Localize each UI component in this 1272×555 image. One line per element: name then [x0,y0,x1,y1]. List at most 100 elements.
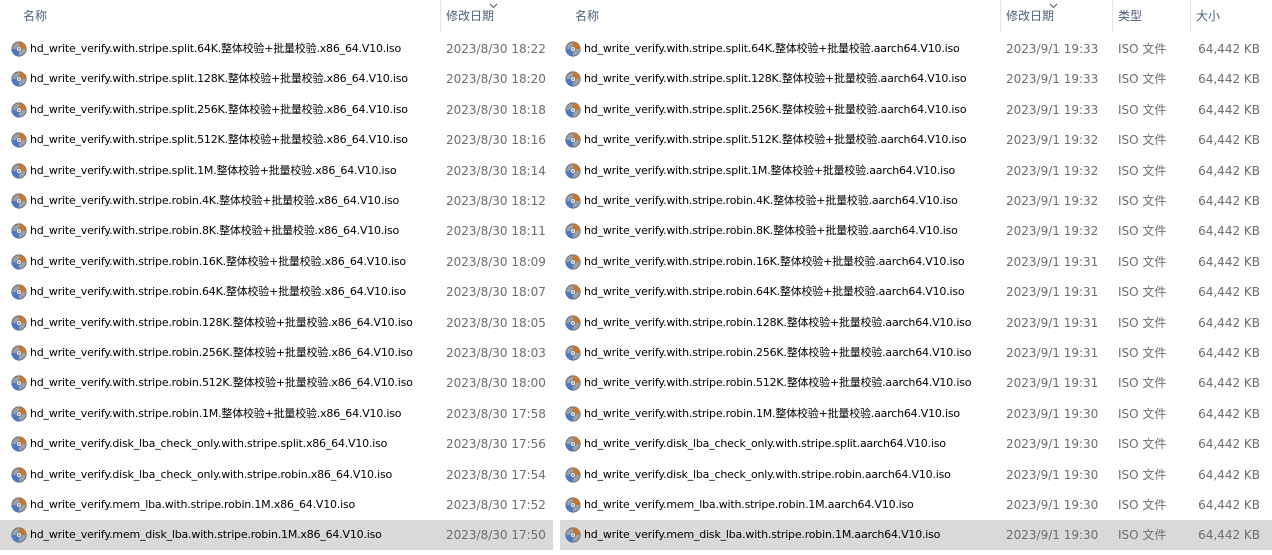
file-name: hd_write_verify.with.stripe.robin.8K.整体校… [584,224,958,238]
file-name: hd_write_verify.with.stripe.robin.512K.整… [30,376,413,390]
disc-image-icon [11,193,27,209]
file-row[interactable]: hd_write_verify.mem_lba.with.stripe.robi… [560,490,1272,520]
file-row[interactable]: hd_write_verify.with.stripe.robin.256K.整… [0,338,553,368]
column-header-modified-label: 修改日期 [446,9,495,23]
disc-image-icon [565,132,581,148]
file-name: hd_write_verify.disk_lba_check_only.with… [584,437,946,451]
file-type: ISO 文件 [1118,467,1167,482]
file-row[interactable]: hd_write_verify.with.stripe.split.256K.整… [0,95,553,125]
file-row[interactable]: hd_write_verify.with.stripe.split.128K.整… [560,64,1272,94]
file-size: 64,442 KB [1198,346,1260,360]
file-row[interactable]: hd_write_verify.with.stripe.robin.1M.整体校… [0,399,553,429]
file-modified-date: 2023/8/30 18:12 [446,194,546,208]
file-type: ISO 文件 [1118,437,1167,452]
disc-image-icon [11,132,27,148]
file-row[interactable]: hd_write_verify.with.stripe.split.128K.整… [0,64,553,94]
file-row[interactable]: hd_write_verify.with.stripe.robin.64K.整体… [0,277,553,307]
file-size: 64,442 KB [1198,72,1260,87]
disc-image-icon [565,436,581,452]
file-row[interactable]: hd_write_verify.with.stripe.robin.16K.整体… [560,247,1272,277]
file-name: hd_write_verify.with.stripe.robin.16K.整体… [30,254,406,268]
file-row[interactable]: hd_write_verify.with.stripe.robin.4K.整体校… [0,186,553,216]
disc-image-icon [11,497,27,513]
disc-image-icon [11,254,27,270]
file-row[interactable]: hd_write_verify.with.stripe.split.512K.整… [560,125,1272,155]
file-name: hd_write_verify.with.stripe.split.64K.整体… [30,42,401,55]
file-modified-date: 2023/8/30 18:20 [446,72,546,87]
file-row[interactable]: hd_write_verify.mem_disk_lba.with.stripe… [560,520,1272,551]
disc-image-icon [565,41,581,57]
file-name: hd_write_verify.with.stripe.split.1M.整体校… [30,163,397,177]
file-type: ISO 文件 [1118,315,1167,330]
file-modified-date: 2023/9/1 19:32 [1006,163,1099,178]
file-row[interactable]: hd_write_verify.with.stripe.split.64K.整体… [0,34,553,64]
column-header-modified[interactable]: 修改日期 [440,0,553,32]
disc-image-icon [565,345,581,361]
file-row[interactable]: hd_write_verify.with.stripe.robin.512K.整… [560,368,1272,398]
file-type: ISO 文件 [1118,346,1167,360]
file-row[interactable]: hd_write_verify.with.stripe.split.64K.整体… [560,34,1272,64]
file-row[interactable]: hd_write_verify.with.stripe.split.256K.整… [560,95,1272,125]
file-modified-date: 2023/8/30 18:03 [446,346,546,360]
file-row[interactable]: hd_write_verify.with.stripe.robin.1M.整体校… [560,399,1272,429]
file-name: hd_write_verify.mem_lba.with.stripe.robi… [30,498,355,511]
disc-image-icon [565,497,581,513]
file-row[interactable]: hd_write_verify.disk_lba_check_only.with… [0,429,553,459]
file-modified-date: 2023/9/1 19:33 [1006,102,1099,117]
file-type: ISO 文件 [1118,194,1167,208]
file-name: hd_write_verify.with.stripe.robin.4K.整体校… [30,194,400,207]
file-modified-date: 2023/8/30 18:07 [446,285,546,300]
file-row[interactable]: hd_write_verify.disk_lba_check_only.with… [0,460,553,490]
disc-image-icon [11,314,27,331]
file-size: 64,442 KB [1198,528,1260,543]
column-header-type[interactable]: 类型 [1112,0,1190,32]
file-modified-date: 2023/8/30 17:58 [446,406,546,421]
file-name: hd_write_verify.with.stripe.split.256K.整… [584,102,967,116]
file-name: hd_write_verify.disk_lba_check_only.with… [30,437,388,451]
file-row[interactable]: hd_write_verify.with.stripe.robin.128K.整… [0,308,553,338]
file-name: hd_write_verify.with.stripe.split.512K.整… [584,133,967,147]
file-modified-date: 2023/9/1 19:30 [1006,437,1099,452]
file-name: hd_write_verify.with.stripe.split.256K.整… [30,102,408,116]
file-size: 64,442 KB [1198,315,1260,330]
column-header-name[interactable]: 名称 [18,0,440,32]
file-modified-date: 2023/9/1 19:33 [1006,42,1099,56]
file-row[interactable]: hd_write_verify.with.stripe.robin.128K.整… [560,308,1272,338]
file-row[interactable]: hd_write_verify.with.stripe.split.1M.整体校… [0,156,553,186]
disc-image-icon [565,466,581,483]
disc-image-icon [565,162,581,179]
file-row[interactable]: hd_write_verify.disk_lba_check_only.with… [560,429,1272,459]
file-type: ISO 文件 [1118,224,1167,239]
file-modified-date: 2023/8/30 18:00 [446,376,546,391]
file-row[interactable]: hd_write_verify.with.stripe.robin.512K.整… [0,368,553,398]
file-row[interactable]: hd_write_verify.with.stripe.robin.256K.整… [560,338,1272,368]
file-modified-date: 2023/8/30 17:52 [446,498,546,512]
file-name: hd_write_verify.with.stripe.robin.64K.整体… [584,285,965,299]
file-row[interactable]: hd_write_verify.with.stripe.robin.8K.整体校… [0,216,553,246]
file-row[interactable]: hd_write_verify.with.stripe.split.512K.整… [0,125,553,155]
file-row[interactable]: hd_write_verify.with.stripe.split.1M.整体校… [560,156,1272,186]
column-header-bar: 名称 修改日期 类型 大小 [560,0,1272,32]
file-type: ISO 文件 [1118,102,1167,117]
file-size: 64,442 KB [1198,467,1260,482]
file-size: 64,442 KB [1198,42,1260,56]
sort-chevron-down-icon [489,2,498,9]
column-header-name[interactable]: 名称 [570,0,1000,32]
file-name: hd_write_verify.with.stripe.split.512K.整… [30,133,408,147]
file-row[interactable]: hd_write_verify.with.stripe.robin.4K.整体校… [560,186,1272,216]
file-row[interactable]: hd_write_verify.with.stripe.robin.64K.整体… [560,277,1272,307]
file-row[interactable]: hd_write_verify.with.stripe.robin.16K.整体… [0,247,553,277]
file-modified-date: 2023/9/1 19:32 [1006,224,1099,239]
file-row[interactable]: hd_write_verify.with.stripe.robin.8K.整体校… [560,216,1272,246]
file-row[interactable]: hd_write_verify.disk_lba_check_only.with… [560,460,1272,490]
column-header-size[interactable]: 大小 [1190,0,1272,32]
file-list-pane-left: 名称 修改日期 hd_write_verify.with.stripe.spli… [0,0,553,555]
file-row[interactable]: hd_write_verify.mem_disk_lba.with.stripe… [0,520,553,551]
file-row[interactable]: hd_write_verify.mem_lba.with.stripe.robi… [0,490,553,520]
file-modified-date: 2023/8/30 17:50 [446,528,546,543]
file-modified-date: 2023/8/30 18:14 [446,163,546,178]
column-header-modified[interactable]: 修改日期 [1000,0,1112,32]
file-size: 64,442 KB [1198,163,1260,178]
file-name: hd_write_verify.with.stripe.split.64K.整体… [584,42,960,55]
file-size: 64,442 KB [1198,285,1260,300]
